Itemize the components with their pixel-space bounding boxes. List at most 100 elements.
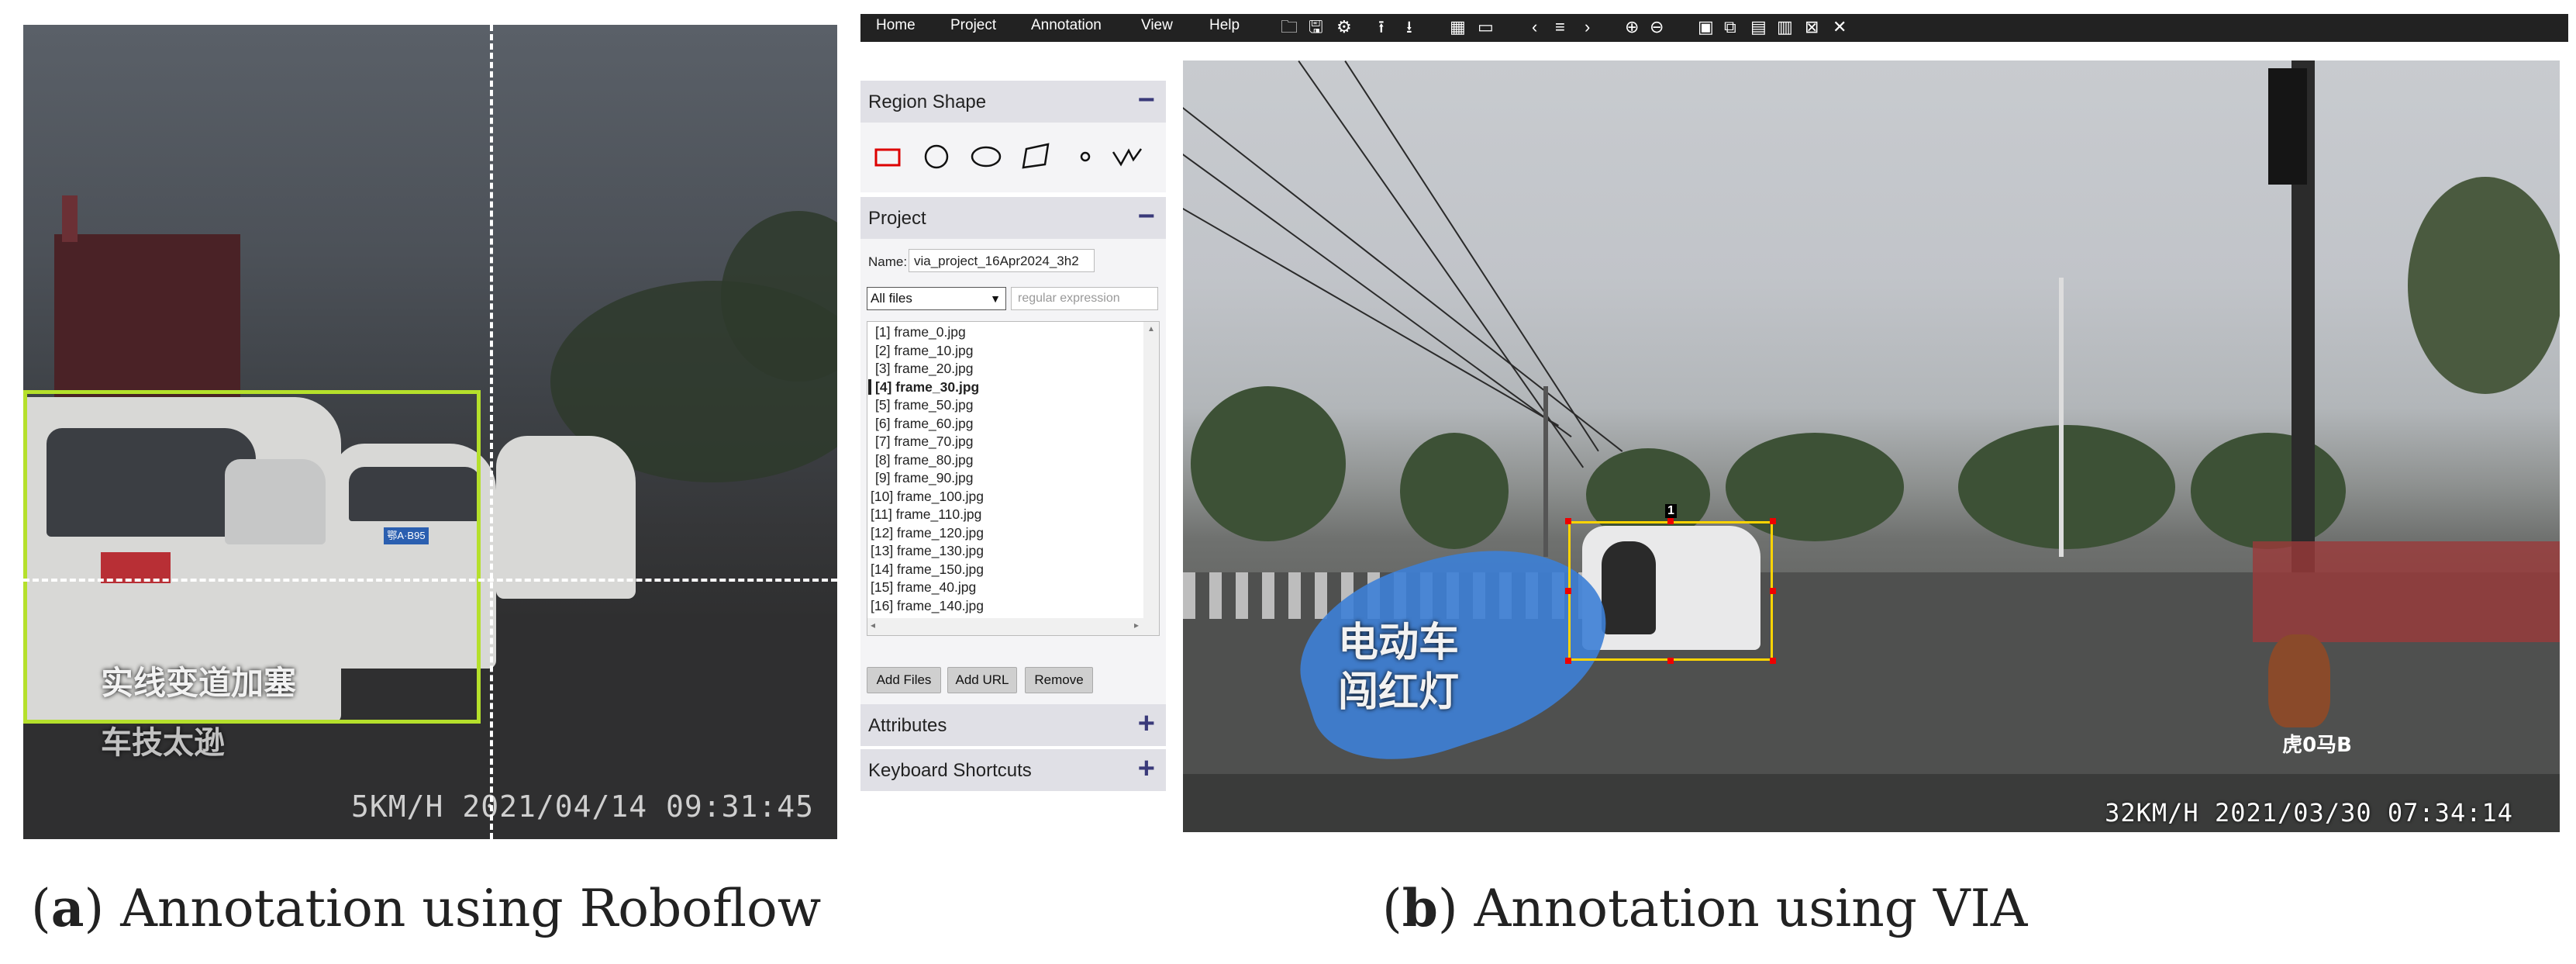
list-icon[interactable]: ≡	[1555, 17, 1565, 37]
project-title: Project	[868, 208, 926, 229]
dashcam-timestamp: 5KM/H 2021/04/14 09:31:45	[351, 790, 814, 824]
overlay-caption-2: 闯红灯	[1338, 669, 1460, 716]
copy-icon[interactable]: ⧉	[1724, 17, 1736, 37]
attributes-header[interactable]: Attributes +	[860, 704, 1166, 746]
via-image-canvas[interactable]: 电动车 闯红灯 1 虎0马B 32KM/H 2021/03/30 07:34:1…	[1183, 60, 2560, 832]
list-item[interactable]: [13] frame_130.jpg	[871, 542, 984, 559]
list-item[interactable]: [12] frame_120.jpg	[871, 524, 984, 541]
file-filter-select[interactable]: All files ▼	[867, 287, 1006, 310]
menu-annotation[interactable]: Annotation	[1031, 14, 1102, 42]
list-item[interactable]: [3] frame_20.jpg	[875, 360, 973, 377]
add-url-button[interactable]: Add URL	[947, 667, 1017, 693]
save-icon[interactable]: 🖫	[1309, 17, 1323, 37]
file-filter-value: All files	[871, 291, 912, 306]
rectangle-shape-icon[interactable]	[873, 141, 904, 172]
list-item[interactable]: [1] frame_0.jpg	[875, 323, 966, 340]
list-item[interactable]: [10] frame_100.jpg	[871, 488, 984, 505]
expand-icon[interactable]: +	[1138, 709, 1155, 738]
caption-a-letter: a	[50, 878, 84, 938]
attributes-title: Attributes	[868, 715, 947, 736]
resize-handle[interactable]	[1770, 658, 1776, 664]
list-item[interactable]: [6] frame_60.jpg	[875, 415, 973, 432]
truck-shape	[54, 234, 240, 413]
select-all-icon[interactable]: ▣	[1698, 17, 1714, 37]
zoom-in-icon[interactable]: ⊕	[1625, 17, 1639, 37]
settings-icon[interactable]: ⚙	[1336, 17, 1352, 37]
annotation-region[interactable]	[1568, 521, 1773, 661]
paste-icon[interactable]: ▤	[1750, 17, 1767, 37]
list-item[interactable]: [15] frame_40.jpg	[871, 579, 976, 596]
menu-help[interactable]: Help	[1209, 14, 1240, 42]
regex-filter-input[interactable]: regular expression	[1011, 287, 1158, 310]
download-icon[interactable]: ⭳	[1406, 17, 1412, 37]
clear-icon[interactable]: ⊠	[1805, 17, 1819, 37]
resize-handle[interactable]	[1565, 588, 1571, 594]
tree	[1400, 433, 1509, 549]
delete-icon[interactable]: ▥	[1777, 17, 1793, 37]
collapse-icon[interactable]: −	[1138, 202, 1155, 231]
polyline-shape-icon[interactable]	[1110, 141, 1144, 172]
list-item[interactable]: [8] frame_80.jpg	[875, 451, 973, 468]
dashcam-timestamp: 32KM/H 2021/03/30 07:34:14	[2105, 798, 2513, 828]
zoom-out-icon[interactable]: ⊖	[1650, 17, 1664, 37]
region-shape-title: Region Shape	[868, 92, 987, 112]
list-item[interactable]: [9] frame_90.jpg	[875, 469, 973, 486]
shortcuts-header[interactable]: Keyboard Shortcuts +	[860, 749, 1166, 791]
close-icon[interactable]: ✕	[1833, 17, 1847, 37]
list-item[interactable]: [5] frame_50.jpg	[875, 396, 973, 413]
remove-button[interactable]: Remove	[1025, 667, 1093, 693]
caption-a: (a) Annotation using Roboflow	[31, 878, 821, 938]
project-header[interactable]: Project −	[860, 197, 1166, 239]
upload-icon[interactable]: ⭱	[1378, 17, 1385, 37]
resize-handle[interactable]	[1565, 658, 1571, 664]
watermark-text: 虎0马B	[2282, 734, 2352, 757]
list-item-selected[interactable]: [4] frame_30.jpg	[867, 378, 979, 396]
crosshair-vertical	[490, 25, 493, 839]
street-light-pole	[2059, 278, 2064, 557]
menu-view[interactable]: View	[1141, 14, 1173, 42]
shortcuts-title: Keyboard Shortcuts	[868, 760, 1032, 781]
grid-icon[interactable]: ▦	[1450, 17, 1466, 37]
menu-project[interactable]: Project	[950, 14, 996, 42]
horizontal-scrollbar[interactable]: ◂ ▸	[867, 618, 1159, 635]
project-name-input[interactable]: via_project_16Apr2024_3h2	[909, 249, 1095, 272]
caption-a-text: ) Annotation using Roboflow	[84, 879, 822, 938]
next-icon[interactable]: ›	[1585, 17, 1590, 37]
circle-shape-icon[interactable]	[921, 141, 952, 172]
resize-handle[interactable]	[1565, 518, 1571, 524]
resize-handle[interactable]	[1770, 588, 1776, 594]
polygon-shape-icon[interactable]	[1019, 141, 1053, 172]
caption-b-paren: (	[1382, 879, 1402, 938]
prev-icon[interactable]: ‹	[1532, 17, 1537, 37]
resize-handle[interactable]	[1667, 518, 1674, 524]
open-folder-icon[interactable]: 🗀	[1281, 17, 1298, 37]
chevron-down-icon: ▼	[990, 292, 1001, 305]
tree	[2408, 177, 2560, 394]
list-item[interactable]: [16] frame_140.jpg	[871, 597, 984, 614]
tiger-logo	[2268, 634, 2330, 727]
power-line	[1344, 60, 1599, 452]
caption-b: (b) Annotation using VIA	[1382, 878, 2027, 938]
caption-b-letter: b	[1402, 878, 1438, 938]
point-shape-icon[interactable]	[1070, 141, 1101, 172]
comment-icon[interactable]: ▭	[1478, 17, 1494, 37]
vertical-scrollbar[interactable]: ▲	[1143, 322, 1159, 618]
menu-home[interactable]: Home	[876, 14, 916, 42]
region-shape-header[interactable]: Region Shape −	[860, 81, 1166, 123]
list-item[interactable]: [2] frame_10.jpg	[875, 342, 973, 359]
tree	[1958, 425, 2175, 549]
crosshair-horizontal	[23, 579, 837, 582]
bounding-box[interactable]	[23, 390, 481, 724]
resize-handle[interactable]	[1667, 658, 1674, 664]
ellipse-shape-icon[interactable]	[969, 141, 1003, 172]
list-item[interactable]: [14] frame_150.jpg	[871, 561, 984, 578]
expand-icon[interactable]: +	[1138, 754, 1155, 783]
traffic-light	[2268, 68, 2307, 185]
overlay-caption-2: 车技太逊	[101, 725, 225, 761]
add-files-button[interactable]: Add Files	[867, 667, 941, 693]
collapse-icon[interactable]: −	[1138, 85, 1155, 115]
resize-handle[interactable]	[1770, 518, 1776, 524]
via-left-sidebar: Region Shape − Project − Name: via_proje…	[860, 60, 1166, 793]
list-item[interactable]: [11] frame_110.jpg	[871, 506, 981, 523]
list-item[interactable]: [7] frame_70.jpg	[875, 433, 973, 450]
